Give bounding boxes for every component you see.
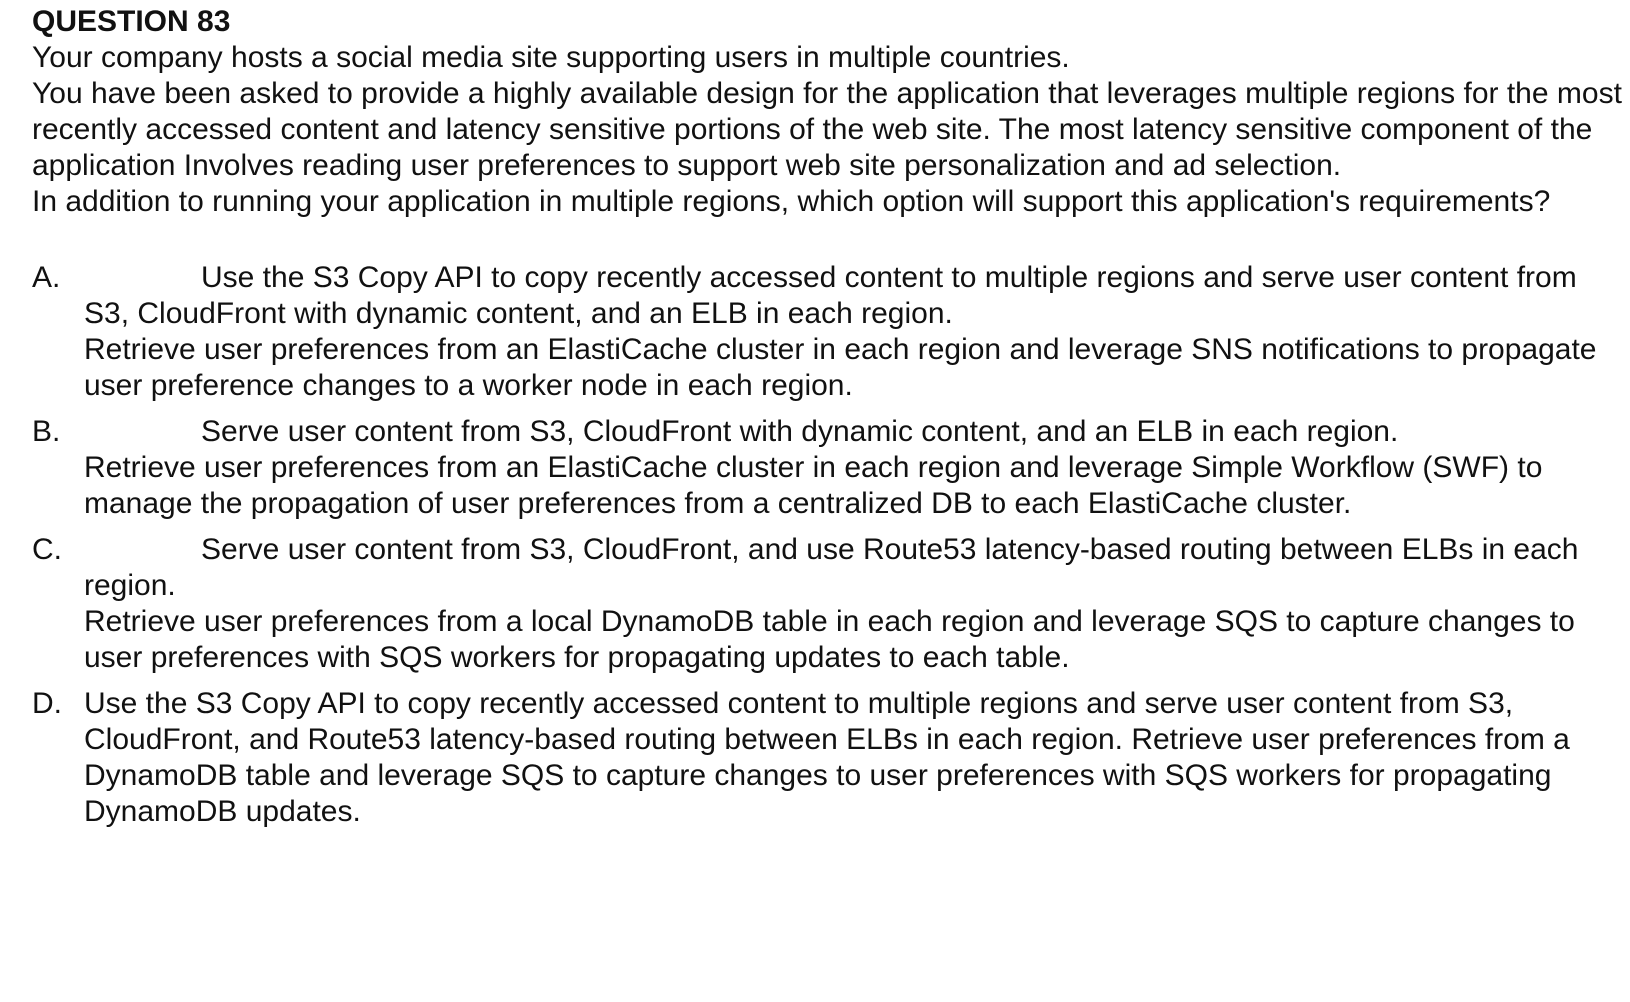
question-page: QUESTION 83 Your company hosts a social … [32,0,1627,840]
option-a-line-1: Use the S3 Copy API to copy recently acc… [84,261,1577,330]
option-d-line-1: Use the S3 Copy API to copy recently acc… [84,687,1570,828]
question-stem: Your company hosts a social media site s… [32,40,1627,220]
question-title: QUESTION 83 [32,5,231,38]
option-b-line-1: Serve user content from S3, CloudFront w… [201,415,1399,448]
option-b-letter: B. [32,415,61,448]
stem-paragraph-3: In addition to running your application … [32,185,1551,218]
answer-options: A. Use the S3 Copy API to copy recently … [32,260,1627,830]
stem-paragraph-2: You have been asked to provide a highly … [32,77,1622,182]
option-a: A. Use the S3 Copy API to copy recently … [32,260,1627,404]
option-b-line-2: Retrieve user preferences from an Elasti… [84,451,1543,520]
option-d: D. Use the S3 Copy API to copy recently … [32,686,1627,830]
option-b: B. Serve user content from S3, CloudFron… [32,414,1627,522]
option-d-letter: D. [32,687,62,720]
option-a-letter: A. [32,261,61,294]
option-c: C. Serve user content from S3, CloudFron… [32,532,1627,676]
option-a-line-2: Retrieve user preferences from an Elasti… [84,333,1597,402]
option-c-line-1: Serve user content from S3, CloudFront, … [84,533,1579,602]
option-c-line-2: Retrieve user preferences from a local D… [84,605,1575,674]
option-c-letter: C. [32,533,62,566]
stem-paragraph-1: Your company hosts a social media site s… [32,41,1070,74]
